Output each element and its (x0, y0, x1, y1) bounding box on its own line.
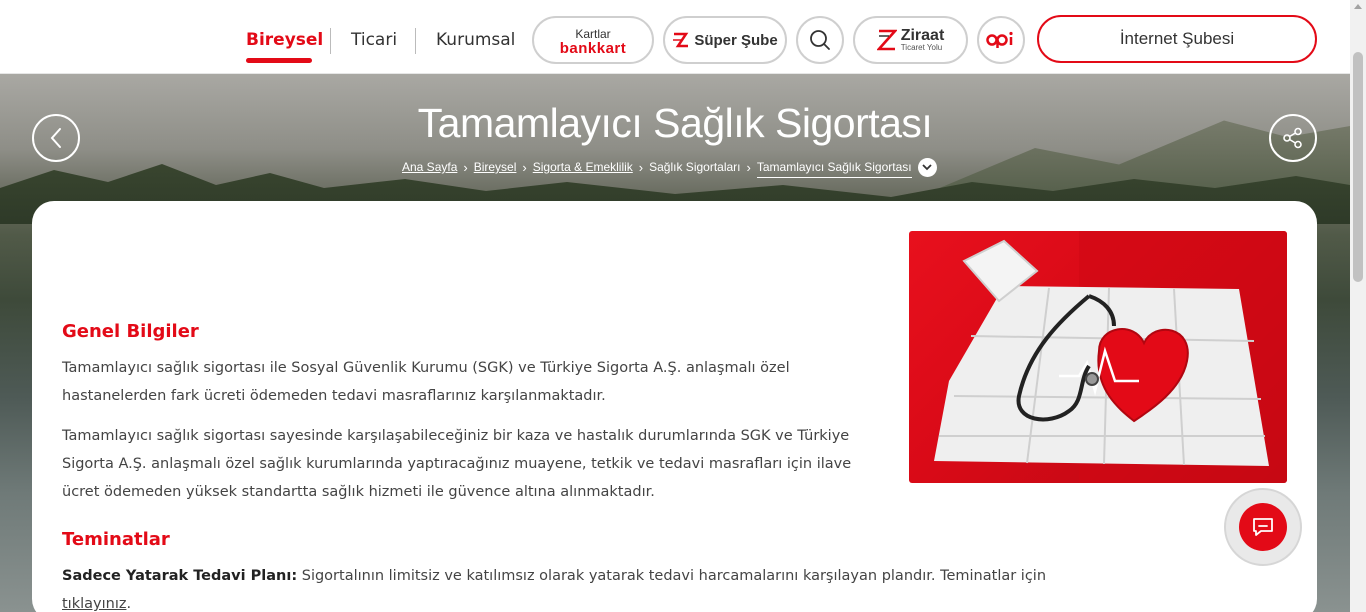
breadcrumb-item-ana-sayfa[interactable]: Ana Sayfa (402, 160, 457, 174)
plan-label: Sadece Yatarak Tedavi Planı: (62, 568, 298, 584)
nav-divider (330, 28, 331, 54)
nav-tab-kurumsal[interactable]: Kurumsal (436, 30, 515, 50)
bankkart-logo: bankkart (559, 40, 627, 57)
kartlar-bankkart-button[interactable]: Kartlar bankkart (532, 16, 654, 64)
section-title-genel-bilgiler: Genel Bilgiler (62, 321, 199, 342)
arrow-left-icon (50, 128, 61, 148)
plan-end: . (126, 596, 132, 612)
breadcrumb-item-saglik-sigortalari: Sağlık Sigortaları (649, 160, 741, 174)
super-sube-button[interactable]: Süper Şube (663, 16, 787, 64)
super-sube-logo-icon (673, 32, 689, 48)
paragraph: Tamamlayıcı sağlık sigortası sayesinde k… (62, 428, 852, 500)
paragraph: Tamamlayıcı sağlık sigortası ile Sosyal … (62, 360, 790, 404)
breadcrumb-item-current: Tamamlayıcı Sağlık Sigortası (756, 160, 912, 178)
internet-subesi-button[interactable]: İnternet Şubesi (1037, 15, 1317, 63)
section-title-teminatlar: Teminatlar (62, 529, 170, 550)
ziraat-title: Ziraat (900, 26, 945, 44)
active-tab-indicator (246, 58, 312, 63)
breadcrumb-separator-icon: › (522, 159, 527, 175)
plan-text: Sigortalının limitsiz ve katılımsız olar… (297, 568, 1047, 584)
share-button[interactable] (1269, 114, 1317, 162)
breadcrumb-separator-icon: › (746, 159, 751, 175)
chat-button-inner (1239, 503, 1287, 551)
back-button[interactable] (32, 114, 80, 162)
scrollbar-thumb[interactable] (1353, 52, 1363, 282)
breadcrumb-separator-icon: › (463, 159, 468, 175)
chat-button[interactable] (1224, 488, 1302, 566)
health-insurance-illustration (909, 231, 1287, 483)
nav-divider (415, 28, 416, 54)
search-button[interactable] (796, 16, 844, 64)
breadcrumb: Ana Sayfa › Bireysel › Sigorta & Emeklil… (402, 157, 937, 178)
breadcrumb-item-sigorta-emeklilik[interactable]: Sigorta & Emeklilik (533, 160, 633, 174)
search-icon (810, 30, 830, 50)
ziraat-ticaret-yolu-button[interactable]: Ziraat Ticaret Yolu (853, 16, 968, 64)
page-title: Tamamlayıcı Sağlık Sigortası (417, 100, 933, 146)
breadcrumb-item-bireysel[interactable]: Bireysel (474, 160, 517, 174)
nav-tab-bireysel[interactable]: Bireysel (246, 30, 323, 50)
breadcrumb-dropdown-chevron-icon[interactable] (917, 157, 937, 177)
super-sube-label: Süper Şube (694, 31, 778, 49)
top-header: Bireysel Ticari Kurumsal Kartlar bankkar… (0, 0, 1366, 74)
chat-icon (1253, 518, 1273, 536)
opi-button[interactable] (977, 16, 1025, 64)
share-icon (1283, 127, 1302, 149)
nav-tab-ticari[interactable]: Ticari (351, 30, 397, 50)
opi-logo-icon (986, 31, 1013, 48)
plan-description: Sadece Yatarak Tedavi Planı: Sigortalını… (62, 562, 1062, 612)
scroll-up-arrow-icon[interactable] (1354, 4, 1362, 9)
puzzle-heart-stethoscope-image (934, 231, 1287, 483)
ziraat-logo-icon (876, 29, 897, 51)
coverage-details-link[interactable]: tıklayınız (62, 596, 126, 612)
page-scrollbar[interactable] (1350, 0, 1366, 612)
kartlar-label: Kartlar (575, 27, 611, 41)
breadcrumb-separator-icon: › (638, 159, 644, 175)
ziraat-subtitle: Ticaret Yolu (900, 42, 943, 52)
